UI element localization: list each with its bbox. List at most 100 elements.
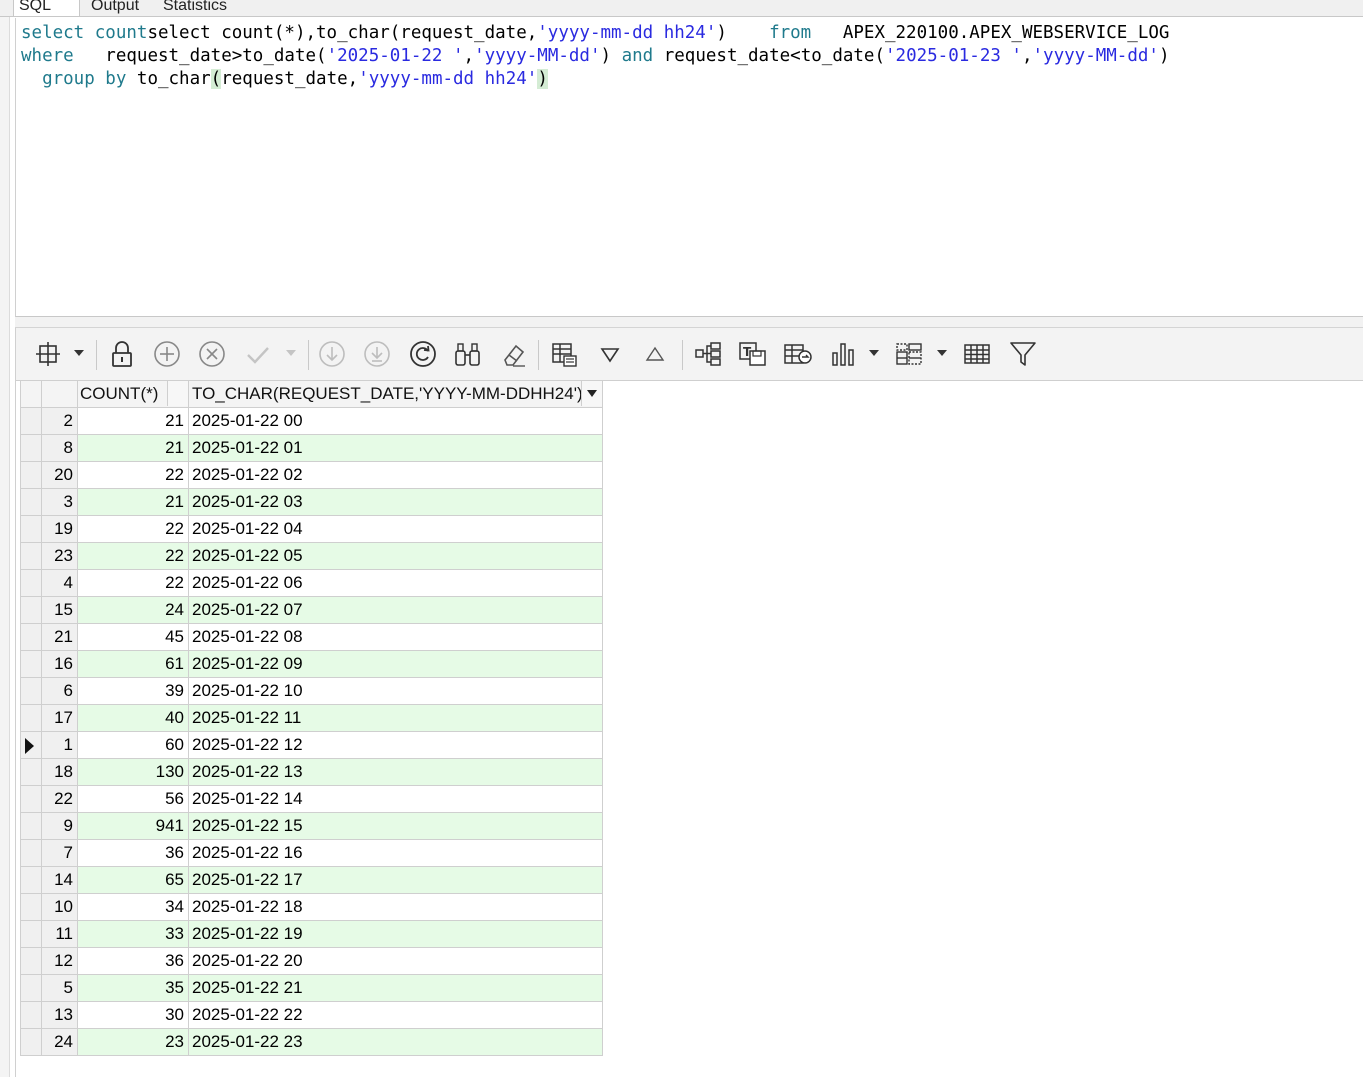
- row-number[interactable]: 15: [41, 596, 78, 624]
- tree-view-icon[interactable]: [692, 338, 724, 370]
- cell-count[interactable]: 39: [77, 677, 189, 705]
- row-number[interactable]: 10: [41, 893, 78, 921]
- row-indicator[interactable]: [20, 947, 42, 975]
- row-indicator[interactable]: [20, 866, 42, 894]
- grid-corner[interactable]: [20, 380, 42, 408]
- cell-date-hour[interactable]: 2025-01-22 04: [188, 515, 603, 543]
- table-row[interactable]: 12 36 2025-01-22 20: [20, 947, 603, 975]
- post-edits-icon[interactable]: [242, 338, 274, 370]
- fetch-next-page-icon[interactable]: [316, 338, 348, 370]
- pivot-dropdown[interactable]: [937, 350, 947, 356]
- filter-down-icon[interactable]: [594, 338, 626, 370]
- cell-date-hour[interactable]: 2025-01-22 12: [188, 731, 603, 759]
- find-icon[interactable]: [452, 338, 484, 370]
- cell-date-hour[interactable]: 2025-01-22 20: [188, 947, 603, 975]
- cell-date-hour[interactable]: 2025-01-22 05: [188, 542, 603, 570]
- tab-sql[interactable]: SQL: [13, 0, 80, 16]
- row-number[interactable]: 16: [41, 650, 78, 678]
- row-indicator[interactable]: [20, 569, 42, 597]
- row-indicator[interactable]: [20, 1001, 42, 1029]
- table-row[interactable]: 20 22 2025-01-22 02: [20, 461, 603, 489]
- row-number[interactable]: 8: [41, 434, 78, 462]
- row-number[interactable]: 12: [41, 947, 78, 975]
- table-row[interactable]: 15 24 2025-01-22 07: [20, 596, 603, 624]
- row-number[interactable]: 3: [41, 488, 78, 516]
- table-row[interactable]: 6 39 2025-01-22 10: [20, 677, 603, 705]
- row-number[interactable]: 22: [41, 785, 78, 813]
- cell-date-hour[interactable]: 2025-01-22 09: [188, 650, 603, 678]
- table-icon[interactable]: [961, 338, 993, 370]
- row-number[interactable]: 5: [41, 974, 78, 1002]
- cell-count[interactable]: 35: [77, 974, 189, 1002]
- post-dropdown[interactable]: [286, 350, 296, 356]
- row-indicator[interactable]: [20, 893, 42, 921]
- row-indicator[interactable]: [20, 596, 42, 624]
- cell-count[interactable]: 30: [77, 1001, 189, 1029]
- table-row[interactable]: 18 130 2025-01-22 13: [20, 758, 603, 786]
- cell-count[interactable]: 60: [77, 731, 189, 759]
- row-number[interactable]: 14: [41, 866, 78, 894]
- row-number[interactable]: 1: [41, 731, 78, 759]
- cell-date-hour[interactable]: 2025-01-22 07: [188, 596, 603, 624]
- cell-date-hour[interactable]: 2025-01-22 15: [188, 812, 603, 840]
- column-header-date[interactable]: TO_CHAR(REQUEST_DATE,'YYYY-MM-DDHH24'): [188, 380, 603, 408]
- freeze-columns-icon[interactable]: [32, 338, 64, 370]
- cell-date-hour[interactable]: 2025-01-22 10: [188, 677, 603, 705]
- chart-icon[interactable]: [827, 338, 859, 370]
- cell-count[interactable]: 23: [77, 1028, 189, 1056]
- row-indicator[interactable]: [20, 542, 42, 570]
- table-row[interactable]: 17 40 2025-01-22 11: [20, 704, 603, 732]
- cell-count[interactable]: 130: [77, 758, 189, 786]
- cell-count[interactable]: 33: [77, 920, 189, 948]
- cell-count[interactable]: 22: [77, 542, 189, 570]
- table-row[interactable]: 4 22 2025-01-22 06: [20, 569, 603, 597]
- table-row[interactable]: 9 941 2025-01-22 15: [20, 812, 603, 840]
- row-number[interactable]: 9: [41, 812, 78, 840]
- table-row[interactable]: 13 30 2025-01-22 22: [20, 1001, 603, 1029]
- grid-view-icon[interactable]: [548, 338, 580, 370]
- cell-date-hour[interactable]: 2025-01-22 01: [188, 434, 603, 462]
- clear-icon[interactable]: [497, 338, 529, 370]
- cell-count[interactable]: 941: [77, 812, 189, 840]
- row-indicator[interactable]: [20, 920, 42, 948]
- table-row[interactable]: 22 56 2025-01-22 14: [20, 785, 603, 813]
- cell-date-hour[interactable]: 2025-01-22 23: [188, 1028, 603, 1056]
- cell-date-hour[interactable]: 2025-01-22 17: [188, 866, 603, 894]
- row-number[interactable]: 24: [41, 1028, 78, 1056]
- table-row[interactable]: 3 21 2025-01-22 03: [20, 488, 603, 516]
- cell-date-hour[interactable]: 2025-01-22 06: [188, 569, 603, 597]
- table-row[interactable]: 14 65 2025-01-22 17: [20, 866, 603, 894]
- result-grid[interactable]: COUNT(*) TO_CHAR(REQUEST_DATE,'YYYY-MM-D…: [20, 380, 603, 1056]
- cell-date-hour[interactable]: 2025-01-22 19: [188, 920, 603, 948]
- delete-row-icon[interactable]: [196, 338, 228, 370]
- row-indicator[interactable]: [20, 839, 42, 867]
- row-number[interactable]: 21: [41, 623, 78, 651]
- column-header-count[interactable]: COUNT(*): [77, 380, 189, 408]
- cell-date-hour[interactable]: 2025-01-22 21: [188, 974, 603, 1002]
- cell-date-hour[interactable]: 2025-01-22 11: [188, 704, 603, 732]
- table-row[interactable]: 19 22 2025-01-22 04: [20, 515, 603, 543]
- row-number[interactable]: 17: [41, 704, 78, 732]
- row-indicator[interactable]: [20, 434, 42, 462]
- cell-date-hour[interactable]: 2025-01-22 02: [188, 461, 603, 489]
- row-number[interactable]: 2: [41, 407, 78, 435]
- row-indicator[interactable]: [20, 731, 42, 759]
- row-indicator[interactable]: [20, 704, 42, 732]
- cell-count[interactable]: 24: [77, 596, 189, 624]
- row-indicator[interactable]: [20, 974, 42, 1002]
- row-number[interactable]: 11: [41, 920, 78, 948]
- cell-count[interactable]: 21: [77, 488, 189, 516]
- cell-count[interactable]: 45: [77, 623, 189, 651]
- sort-button[interactable]: [167, 381, 188, 406]
- row-number[interactable]: 7: [41, 839, 78, 867]
- filter-up-icon[interactable]: [639, 338, 671, 370]
- row-indicator[interactable]: [20, 488, 42, 516]
- table-row[interactable]: 24 23 2025-01-22 23: [20, 1028, 603, 1056]
- row-indicator[interactable]: [20, 758, 42, 786]
- lock-icon[interactable]: [106, 338, 138, 370]
- cell-count[interactable]: 21: [77, 434, 189, 462]
- table-row[interactable]: 11 33 2025-01-22 19: [20, 920, 603, 948]
- cell-count[interactable]: 61: [77, 650, 189, 678]
- chart-dropdown[interactable]: [869, 350, 879, 356]
- add-row-icon[interactable]: [151, 338, 183, 370]
